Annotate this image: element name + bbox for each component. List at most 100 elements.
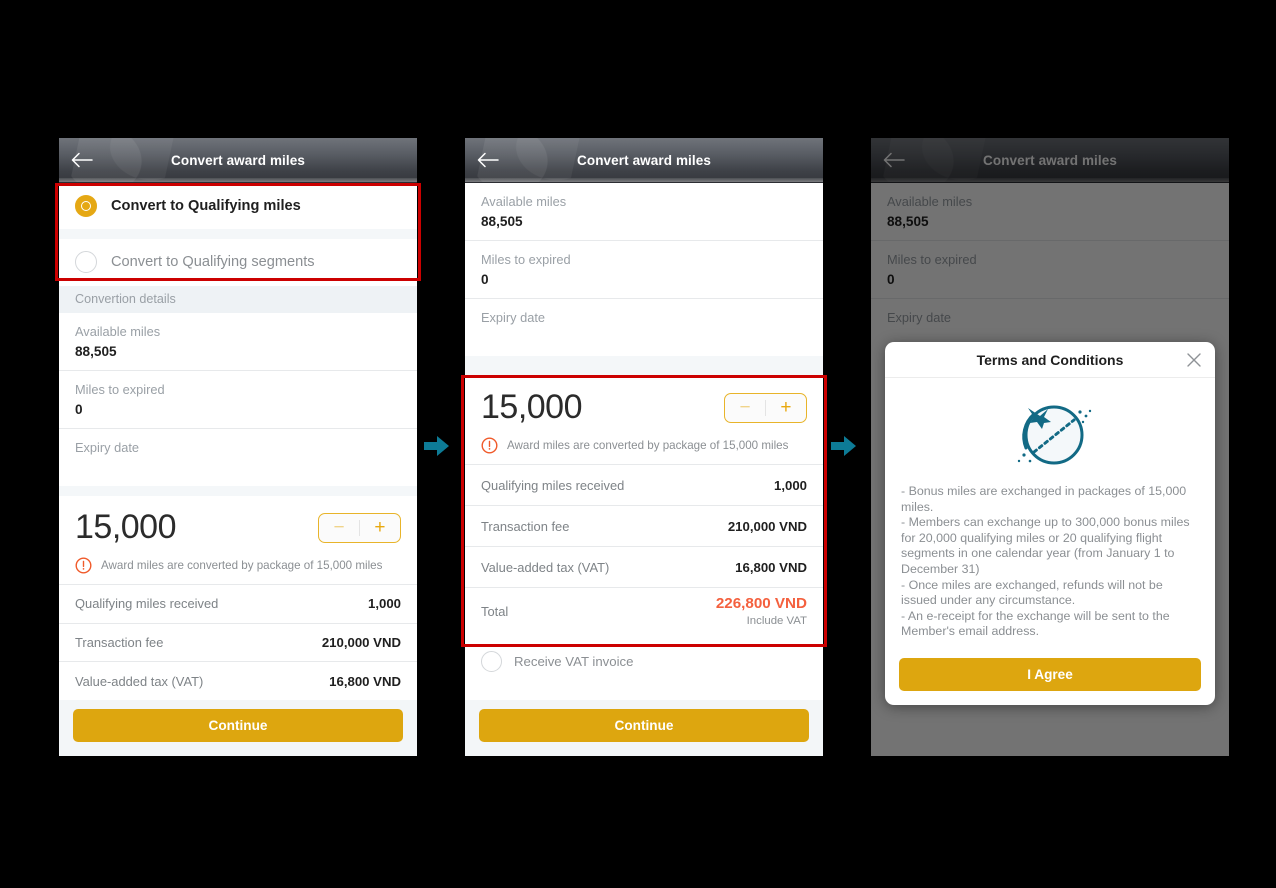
row-qualifying-miles-received: Qualifying miles received 1,000 — [59, 584, 417, 623]
dialog-illustration — [885, 378, 1215, 482]
stepper-decrement-button[interactable]: − — [725, 394, 765, 422]
flow-arrow-1 — [424, 434, 450, 463]
receive-vat-invoice-option[interactable]: Receive VAT invoice — [465, 637, 823, 686]
quantity-stepper[interactable]: − + — [318, 512, 401, 543]
dialog-footer: I Agree — [885, 646, 1215, 705]
total-label: Total — [481, 604, 509, 619]
field-value: 0 — [481, 272, 489, 287]
row-value: 16,800 VND — [735, 559, 807, 575]
app-header-1: Convert award miles — [59, 138, 417, 183]
warning-note-2: Award miles are converted by package of … — [465, 435, 823, 464]
field-value: 88,505 — [75, 343, 117, 359]
row-qualifying-miles-received: Qualifying miles received 1,000 — [465, 464, 823, 505]
amount-value: 15,000 — [481, 388, 583, 426]
page-title: Convert award miles — [171, 153, 305, 168]
section-header-conversion-details: Convertion details — [59, 285, 417, 313]
radio-unselected-icon — [75, 251, 97, 274]
globe-with-plane-icon — [1017, 405, 1092, 465]
field-value: 88,505 — [481, 214, 523, 229]
terms-and-conditions-dialog: Terms and Conditions - Bonus miles are e… — [885, 342, 1215, 705]
phone-screen-2: Convert award miles Available miles 88,5… — [465, 138, 823, 756]
field-value: 0 — [75, 401, 83, 417]
stepper-increment-button[interactable]: + — [766, 394, 806, 422]
field-label: Available miles — [75, 323, 161, 339]
continue-button[interactable]: Continue — [479, 709, 809, 742]
field-label: Miles to expired — [887, 252, 977, 267]
checkbox-unchecked-icon — [481, 651, 502, 672]
radio-selected-icon — [75, 195, 97, 218]
panel1-body: Convert to Qualifying miles Convert to Q… — [59, 183, 417, 700]
dialog-title: Terms and Conditions — [976, 351, 1124, 368]
amount-row-1: 15,000 − + — [59, 496, 417, 555]
row-total: Total 226,800 VND Include VAT — [465, 587, 823, 637]
option-convert-qualifying-segments[interactable]: Convert to Qualifying segments — [59, 239, 417, 286]
row-value: 1,000 — [773, 477, 807, 493]
section-gap — [465, 356, 823, 376]
page-title: Convert award miles — [577, 153, 711, 168]
field-label: Expiry date — [481, 310, 546, 325]
arrow-right-icon — [424, 436, 449, 456]
option-convert-qualifying-miles[interactable]: Convert to Qualifying miles — [59, 183, 417, 230]
quantity-stepper[interactable]: − + — [724, 392, 807, 423]
warning-note-1: Award miles are converted by package of … — [59, 555, 417, 584]
row-label: Transaction fee — [481, 518, 570, 534]
continue-button[interactable]: Continue — [73, 709, 403, 742]
field-label: Available miles — [481, 194, 567, 209]
option-label: Convert to Qualifying miles — [111, 198, 301, 215]
section-gap — [59, 485, 417, 497]
row-value: 16,800 VND — [329, 673, 401, 689]
row-transaction-fee: Transaction fee 210,000 VND — [465, 505, 823, 546]
amount-row-2: 15,000 − + — [465, 376, 823, 435]
field-miles-to-expired: Miles to expired 0 — [465, 241, 823, 299]
flow-arrow-2 — [831, 434, 857, 463]
total-note: Include VAT — [746, 615, 807, 627]
field-label: Miles to expired — [75, 381, 165, 397]
field-expiry-date: Expiry date — [59, 429, 417, 486]
field-label: Expiry date — [887, 310, 952, 325]
arrow-left-icon — [477, 152, 499, 168]
arrow-left-icon — [71, 152, 93, 168]
field-expiry-date: Expiry date — [465, 299, 823, 356]
row-label: Value-added tax (VAT) — [75, 673, 204, 689]
panel2-body: Available miles 88,505 Miles to expired … — [465, 183, 823, 700]
warning-text: Award miles are converted by package of … — [507, 439, 789, 452]
total-amount-group: 226,800 VND Include VAT — [716, 594, 807, 629]
page-title: Convert award miles — [983, 153, 1117, 168]
back-button[interactable] — [871, 138, 917, 182]
row-value: 210,000 VND — [727, 518, 807, 534]
total-value: 226,800 VND — [715, 595, 807, 612]
field-miles-to-expired: Miles to expired 0 — [871, 241, 1229, 299]
phone-screen-1: Convert award miles Convert to Qualifyin… — [59, 138, 417, 756]
field-value: 88,505 — [887, 214, 929, 229]
dialog-body: - Bonus miles are exchanged in packages … — [885, 482, 1215, 646]
field-value: 0 — [887, 272, 895, 287]
app-header-2: Convert award miles — [465, 138, 823, 183]
field-label: Miles to expired — [481, 252, 571, 267]
alert-circle-icon — [481, 437, 498, 454]
row-label: Qualifying miles received — [481, 477, 625, 493]
back-button[interactable] — [59, 138, 105, 182]
row-value: 210,000 VND — [321, 635, 401, 651]
i-agree-button[interactable]: I Agree — [899, 657, 1201, 691]
back-button[interactable] — [465, 138, 511, 182]
alert-circle-icon — [75, 557, 92, 574]
amount-value: 15,000 — [75, 508, 177, 547]
panel2-footer: Continue — [465, 700, 823, 756]
field-available-miles: Available miles 88,505 — [465, 183, 823, 241]
stepper-decrement-button[interactable]: − — [319, 514, 359, 542]
panel1-footer: Continue — [59, 700, 417, 756]
row-transaction-fee: Transaction fee 210,000 VND — [59, 622, 417, 662]
close-button[interactable] — [1185, 351, 1203, 369]
field-miles-to-expired: Miles to expired 0 — [59, 371, 417, 429]
arrow-right-icon — [831, 436, 856, 456]
field-value — [75, 457, 401, 479]
row-label: Value-added tax (VAT) — [481, 559, 610, 575]
field-available-miles: Available miles 88,505 — [59, 313, 417, 371]
option-divider — [59, 229, 417, 240]
row-value-added-tax: Value-added tax (VAT) 16,800 VND — [59, 661, 417, 700]
close-icon — [1187, 353, 1201, 367]
warning-text: Award miles are converted by package of … — [101, 559, 383, 573]
stepper-increment-button[interactable]: + — [360, 514, 400, 542]
receive-vat-invoice-label: Receive VAT invoice — [514, 654, 634, 669]
screenshot-stage: Convert award miles Convert to Qualifyin… — [0, 0, 1276, 888]
